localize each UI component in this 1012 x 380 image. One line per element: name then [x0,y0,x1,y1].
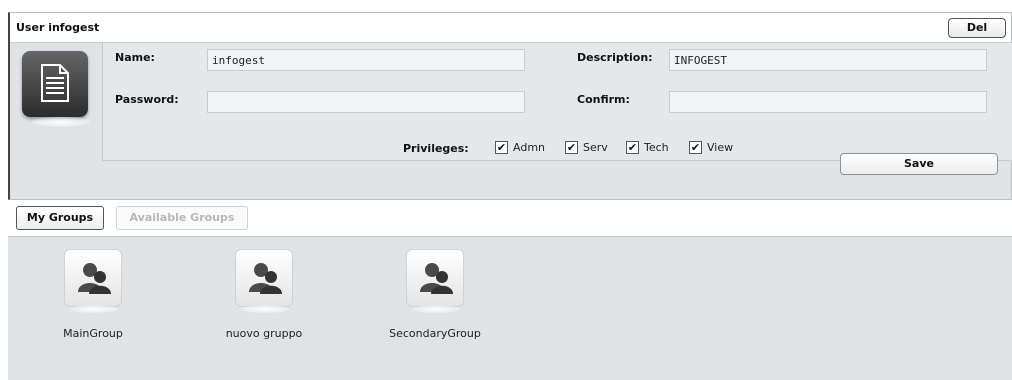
group-icon[interactable] [64,249,122,307]
checkmark-icon[interactable]: ✔ [495,141,508,154]
group-label: SecondaryGroup [389,327,481,340]
tab-my-groups[interactable]: My Groups [16,206,104,230]
user-avatar [18,51,96,127]
delete-button[interactable]: Del [948,18,1006,38]
checkmark-icon[interactable]: ✔ [689,141,702,154]
icon-reflection [32,117,90,127]
icon-reflection [412,305,460,313]
user-form: Name: infogest Description: INFOGEST Pas… [102,43,1012,161]
panel-title: User infogest [16,21,100,34]
privilege-label: View [707,141,734,154]
checkmark-icon[interactable]: ✔ [565,141,578,154]
name-field[interactable]: infogest [207,49,525,71]
name-label: Name: [115,51,155,64]
confirm-label: Confirm: [577,93,630,106]
password-field[interactable] [207,91,525,113]
group-icon[interactable] [406,249,464,307]
group-item[interactable]: nuovo gruppo [201,249,331,349]
privileges-label: Privileges: [403,142,469,155]
group-label: MainGroup [63,327,123,340]
groups-area: MainGroup nuovo gruppo SecondaryGroup [8,236,1012,380]
description-label: Description: [577,51,653,64]
save-button[interactable]: Save [840,153,998,175]
group-item[interactable]: SecondaryGroup [372,249,502,349]
privilege-label: Serv [583,141,608,154]
tab-available-groups[interactable]: Available Groups [116,206,248,230]
privilege-admn[interactable]: ✔ Admn [495,141,545,154]
icon-reflection [70,305,118,313]
privilege-view[interactable]: ✔ View [689,141,733,154]
panel-header: User infogest Del [10,13,1011,43]
confirm-field[interactable] [669,91,987,113]
privilege-serv[interactable]: ✔ Serv [565,141,608,154]
group-icon[interactable] [235,249,293,307]
privilege-tech[interactable]: ✔ Tech [626,141,669,154]
icon-reflection [241,305,289,313]
privilege-label: Admn [513,141,546,154]
group-label: nuovo gruppo [225,327,303,340]
checkmark-icon[interactable]: ✔ [626,141,639,154]
password-label: Password: [115,93,179,106]
group-item[interactable]: MainGroup [30,249,160,349]
privilege-label: Tech [644,141,669,154]
document-icon [22,51,88,117]
description-field[interactable]: INFOGEST [669,49,987,71]
